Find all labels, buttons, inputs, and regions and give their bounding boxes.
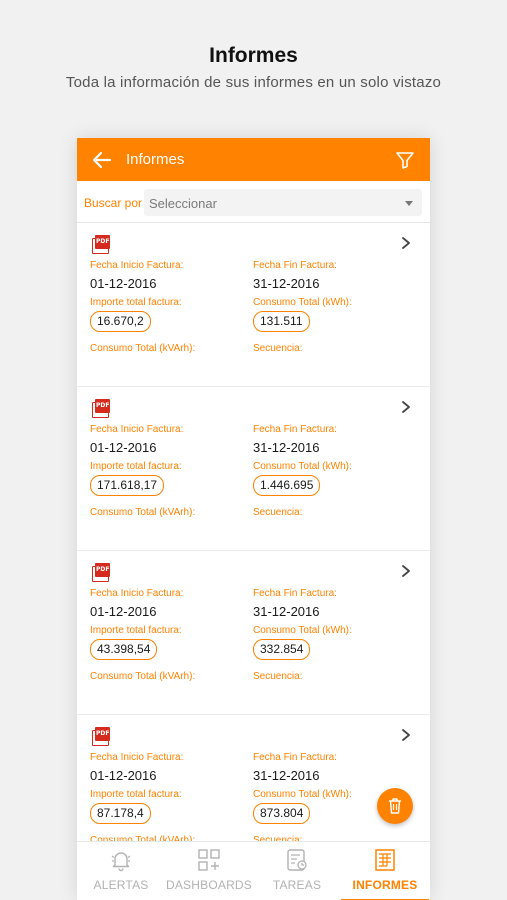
chevron-right-icon[interactable] [400,728,412,742]
fecha-fin-value: 31-12-2016 [253,768,320,783]
consumo-kvarh-label: Consumo Total (kVArh): [90,343,196,354]
pdf-file-icon[interactable]: PDF [92,563,110,582]
fecha-fin-label: Fecha Fin Factura: [253,424,337,435]
consumo-kvarh-label: Consumo Total (kVArh): [90,671,196,682]
secuencia-label: Secuencia: [253,507,303,518]
app-bar: Informes [77,138,430,181]
fecha-inicio-label: Fecha Inicio Factura: [90,424,184,435]
tab-alertas[interactable]: ALERTAS [77,842,165,900]
chevron-right-icon[interactable] [400,236,412,250]
fecha-inicio-label: Fecha Inicio Factura: [90,260,184,271]
tasks-clipboard-icon [287,849,307,871]
page-title: Informes [126,151,185,168]
informe-card[interactable]: PDF Fecha Inicio Factura: 01-12-2016 Fec… [77,387,430,551]
informe-card[interactable]: PDF Fecha Inicio Factura: 01-12-2016 Fec… [77,715,430,843]
fecha-fin-label: Fecha Fin Factura: [253,588,337,599]
funnel-icon[interactable] [394,149,416,171]
chevron-right-icon[interactable] [400,400,412,414]
fecha-fin-label: Fecha Fin Factura: [253,260,337,271]
consumo-kwh-value: 332.854 [253,639,311,660]
secuencia-label: Secuencia: [253,343,303,354]
fecha-inicio-value: 01-12-2016 [90,276,157,291]
pdf-file-icon[interactable]: PDF [92,399,110,418]
search-select[interactable]: Seleccionar [144,189,422,216]
chevron-down-icon [405,201,413,206]
search-bar: Buscar por Seleccionar [77,181,430,223]
informes-list: PDF Fecha Inicio Factura: 01-12-2016 Fec… [77,223,430,843]
fecha-fin-value: 31-12-2016 [253,604,320,619]
fecha-inicio-label: Fecha Inicio Factura: [90,752,184,763]
search-label: Buscar por [84,196,143,210]
chevron-right-icon[interactable] [400,564,412,578]
importe-label: Importe total factura: [90,789,182,800]
trash-icon [389,798,401,814]
pdf-file-icon[interactable]: PDF [92,235,110,254]
pdf-file-icon[interactable]: PDF [92,727,110,746]
tab-informes-label: INFORMES [352,878,418,892]
consumo-kwh-label: Consumo Total (kWh): [253,461,352,472]
consumo-kwh-value: 131.511 [253,311,310,332]
phone-screen: Informes Buscar por Seleccionar PDF Fech… [77,138,430,900]
importe-label: Importe total factura: [90,461,182,472]
secuencia-label: Secuencia: [253,671,303,682]
importe-value: 43.398,54 [90,639,158,660]
fecha-inicio-value: 01-12-2016 [90,440,157,455]
tab-tareas[interactable]: TAREAS [253,842,341,900]
fecha-inicio-value: 01-12-2016 [90,768,157,783]
importe-value: 16.670,2 [90,311,151,332]
bell-icon [111,852,131,872]
fecha-inicio-value: 01-12-2016 [90,604,157,619]
delete-fab-button[interactable] [377,788,413,824]
fecha-inicio-label: Fecha Inicio Factura: [90,588,184,599]
fecha-fin-label: Fecha Fin Factura: [253,752,337,763]
tab-informes[interactable]: INFORMES [341,842,429,900]
tab-tareas-label: TAREAS [272,878,322,892]
importe-label: Importe total factura: [90,625,182,636]
fecha-fin-value: 31-12-2016 [253,276,320,291]
promo-subtitle: Toda la información de sus informes en u… [65,74,442,91]
importe-value: 87.178,4 [90,803,151,824]
fecha-fin-value: 31-12-2016 [253,440,320,455]
promo-title: Informes [209,44,298,67]
tab-dashboards[interactable]: DASHBOARDS [165,842,253,900]
importe-label: Importe total factura: [90,297,182,308]
consumo-kwh-label: Consumo Total (kWh): [253,625,352,636]
consumo-kwh-value: 1.446.695 [253,475,321,496]
consumo-kwh-label: Consumo Total (kWh): [253,297,352,308]
tab-dashboards-label: DASHBOARDS [165,878,253,892]
arrow-left-icon[interactable] [91,149,113,171]
bottom-nav: ALERTAS DASHBOARDS TAREAS INFORMES [77,841,430,900]
consumo-kwh-value: 873.804 [253,803,311,824]
consumo-kwh-label: Consumo Total (kWh): [253,789,352,800]
consumo-kvarh-label: Consumo Total (kVArh): [90,507,196,518]
search-select-value: Seleccionar [149,196,217,211]
importe-value: 171.618,17 [90,475,165,496]
report-document-icon [375,849,395,871]
informe-card[interactable]: PDF Fecha Inicio Factura: 01-12-2016 Fec… [77,551,430,715]
dashboard-grid-icon [198,849,220,871]
tab-alertas-label: ALERTAS [93,878,149,892]
informe-card[interactable]: PDF Fecha Inicio Factura: 01-12-2016 Fec… [77,223,430,387]
